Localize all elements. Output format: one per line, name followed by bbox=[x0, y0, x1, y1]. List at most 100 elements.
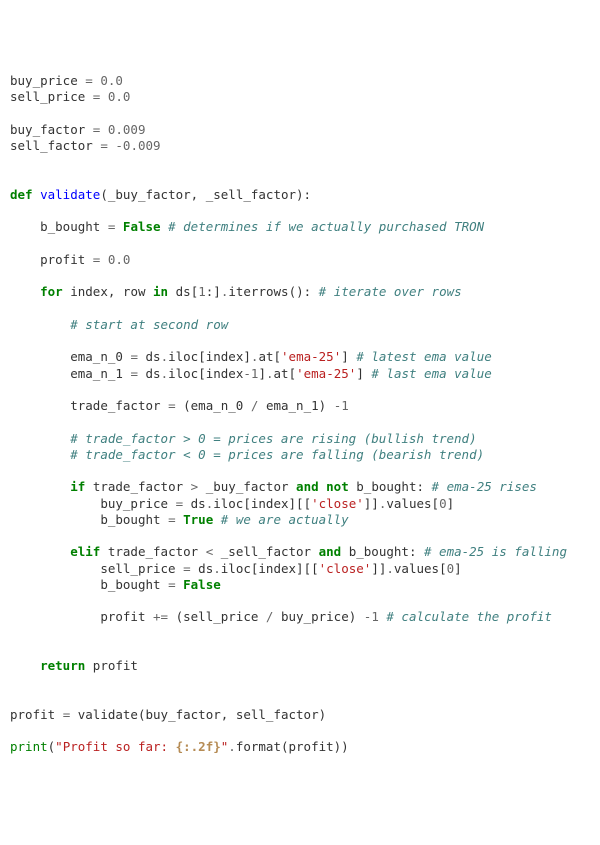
attr: at bbox=[274, 366, 289, 381]
num: 0 bbox=[447, 561, 455, 576]
num: 1 bbox=[341, 398, 349, 413]
var: b_bought bbox=[356, 479, 416, 494]
kw-not: not bbox=[326, 479, 349, 494]
kw-if: if bbox=[70, 479, 85, 494]
op: < bbox=[206, 544, 214, 559]
var: index bbox=[206, 349, 244, 364]
paren: ( bbox=[176, 609, 184, 624]
var: b_bought bbox=[40, 219, 100, 234]
dot: . bbox=[161, 349, 169, 364]
attr: iloc bbox=[221, 561, 251, 576]
var: index bbox=[70, 284, 108, 299]
op: = bbox=[168, 512, 176, 527]
var: profit bbox=[10, 707, 55, 722]
kw-def: def bbox=[10, 187, 33, 202]
var-buy-factor: buy_factor bbox=[10, 122, 85, 137]
method: iterrows bbox=[228, 284, 288, 299]
dot: . bbox=[386, 561, 394, 576]
var: index bbox=[258, 561, 296, 576]
num: 0 bbox=[439, 496, 447, 511]
var: ds bbox=[191, 496, 206, 511]
var: index bbox=[251, 496, 289, 511]
attr: iloc bbox=[168, 366, 198, 381]
bracket: :] bbox=[206, 284, 221, 299]
comment: # ema-25 rises bbox=[432, 479, 537, 494]
var: b_bought bbox=[100, 577, 160, 592]
num: 0.0 bbox=[108, 89, 131, 104]
string-interp: {:.2f} bbox=[176, 739, 221, 754]
op-assign: = bbox=[93, 89, 101, 104]
code-block: buy_price = 0.0 sell_price = 0.0 buy_fac… bbox=[10, 73, 590, 756]
var: ema_n_1 bbox=[70, 366, 123, 381]
op: = bbox=[108, 219, 116, 234]
op: / bbox=[251, 398, 259, 413]
op: = bbox=[168, 398, 176, 413]
dot: . bbox=[228, 739, 236, 754]
attr: iloc bbox=[168, 349, 198, 364]
var-sell-price: sell_price bbox=[10, 89, 85, 104]
bracket: ] bbox=[447, 496, 455, 511]
var: ds bbox=[176, 284, 191, 299]
bracket: ] bbox=[341, 349, 349, 364]
comment: # iterate over rows bbox=[319, 284, 462, 299]
op: += bbox=[153, 609, 168, 624]
dot: . bbox=[161, 366, 169, 381]
op-assign: = bbox=[100, 138, 108, 153]
bracket: [ bbox=[274, 349, 282, 364]
string: 'close' bbox=[311, 496, 364, 511]
num: -0.009 bbox=[115, 138, 160, 153]
num: 1 bbox=[198, 284, 206, 299]
comment: # calculate the profit bbox=[386, 609, 552, 624]
colon: : bbox=[416, 479, 424, 494]
attr: values bbox=[394, 561, 439, 576]
bracket: ] bbox=[258, 366, 266, 381]
op: = bbox=[176, 496, 184, 511]
string: 'ema-25' bbox=[296, 366, 356, 381]
bracket: [ bbox=[439, 561, 447, 576]
var: sell_price bbox=[183, 609, 258, 624]
op: = bbox=[168, 577, 176, 592]
attr: iloc bbox=[213, 496, 243, 511]
paren: (): bbox=[289, 284, 312, 299]
comment: # trade_factor < 0 = prices are falling … bbox=[70, 447, 484, 462]
const-true: True bbox=[183, 512, 213, 527]
kw-and: and bbox=[296, 479, 319, 494]
attr: at bbox=[258, 349, 273, 364]
comment: # last ema value bbox=[371, 366, 491, 381]
op: = bbox=[130, 349, 138, 364]
var: buy_price bbox=[281, 609, 349, 624]
var: ds bbox=[146, 349, 161, 364]
comma: , bbox=[221, 707, 229, 722]
arg: sell_factor bbox=[236, 707, 319, 722]
var: profit bbox=[289, 739, 334, 754]
var: buy_price bbox=[100, 496, 168, 511]
arg: buy_factor bbox=[146, 707, 221, 722]
var: b_bought bbox=[100, 512, 160, 527]
comment: # start at second row bbox=[70, 317, 228, 332]
paren: ( bbox=[100, 187, 108, 202]
colon: : bbox=[409, 544, 417, 559]
op: = bbox=[93, 252, 101, 267]
comma: , bbox=[191, 187, 206, 202]
var: index bbox=[206, 366, 244, 381]
var: sell_price bbox=[100, 561, 175, 576]
const-false: False bbox=[123, 219, 161, 234]
kw-and: and bbox=[319, 544, 342, 559]
paren: )) bbox=[334, 739, 349, 754]
op: = bbox=[183, 561, 191, 576]
bracket: ] bbox=[243, 349, 251, 364]
paren: ) bbox=[349, 609, 357, 624]
paren: ( bbox=[48, 739, 56, 754]
comment: # trade_factor > 0 = prices are rising (… bbox=[70, 431, 476, 446]
op: = bbox=[63, 707, 71, 722]
comment: # ema-25 is falling bbox=[424, 544, 567, 559]
paren: ) bbox=[319, 707, 327, 722]
bracket: ] bbox=[454, 561, 462, 576]
var: ema_n_1 bbox=[266, 398, 319, 413]
op: - bbox=[243, 366, 251, 381]
dot: . bbox=[213, 561, 221, 576]
var-sell-factor: sell_factor bbox=[10, 138, 93, 153]
dot: . bbox=[266, 366, 274, 381]
var: profit bbox=[100, 609, 145, 624]
bracket: [ bbox=[289, 366, 297, 381]
